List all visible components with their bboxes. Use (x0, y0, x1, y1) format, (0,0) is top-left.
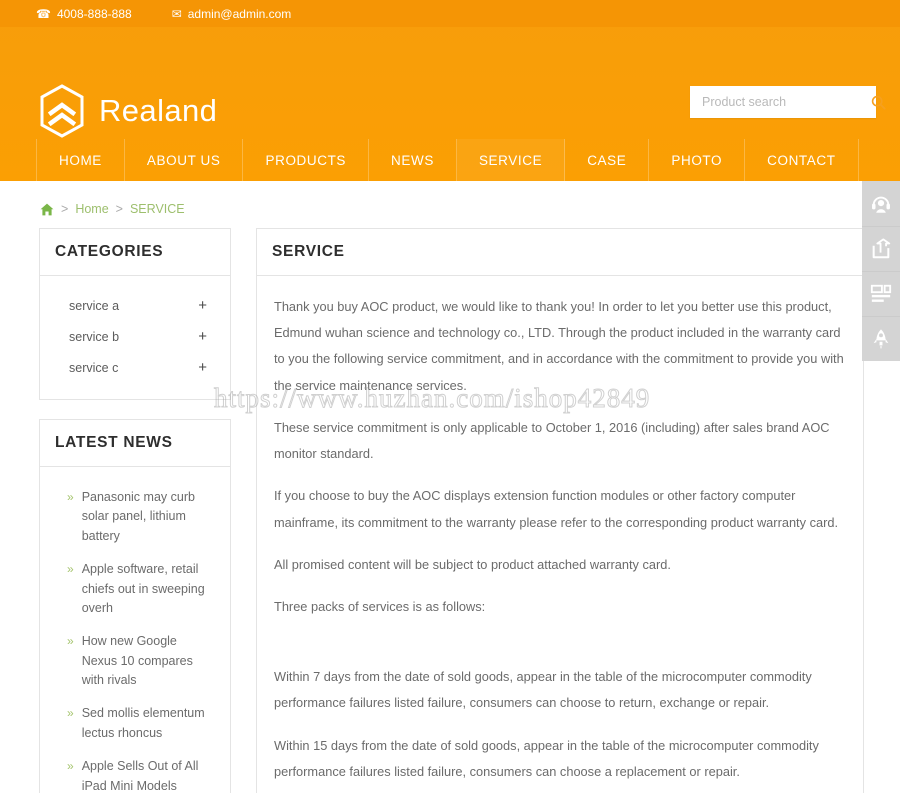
service-paragraph-4: All promised content will be subject to … (274, 556, 671, 572)
category-label: service a (69, 298, 120, 313)
nav-item-case[interactable]: CASE (565, 139, 650, 181)
back-to-top-button[interactable] (862, 316, 900, 361)
breadcrumb-current: SERVICE (129, 202, 185, 216)
site-header: ☎ 4008-888-888 ✉ admin@admin.com Realand (0, 0, 900, 181)
chevron-right-icon: » (67, 634, 74, 649)
plus-icon[interactable]: + (198, 329, 213, 344)
list-item[interactable]: » How new Google Nexus 10 compares with … (55, 625, 215, 697)
topbar-phone-label: 4008-888-888 (56, 6, 132, 21)
service-panel: SERVICE Thank you buy AOC product, we wo… (256, 228, 864, 793)
nav-item-home[interactable]: HOME (36, 139, 125, 181)
breadcrumb-separator-1: > (61, 202, 69, 216)
list-item[interactable]: » Apple software, retail chiefs out in s… (55, 553, 215, 625)
list-item[interactable]: » Sed mollis elementum lectus rhoncus (55, 697, 215, 750)
home-icon[interactable] (40, 203, 54, 216)
qrcode-button[interactable] (862, 271, 900, 316)
topbar-email[interactable]: ✉ admin@admin.com (172, 7, 292, 21)
categories-title: CATEGORIES (55, 243, 164, 260)
search-input[interactable] (690, 87, 871, 117)
news-item-link[interactable]: Sed mollis elementum lectus rhoncus (82, 704, 213, 743)
brand-row: Realand (0, 27, 900, 138)
service-paragraph-7: Within 15 days from the date of sold goo… (274, 737, 819, 779)
service-paragraph-1: Thank you buy AOC product, we would like… (274, 299, 844, 393)
latest-news-panel-body: » Panasonic may curb solar panel, lithiu… (40, 467, 230, 793)
latest-news-panel: LATEST NEWS » Panasonic may curb solar p… (39, 419, 231, 793)
plus-icon[interactable]: + (198, 298, 213, 313)
envelope-icon: ✉ (171, 6, 182, 21)
news-item-link[interactable]: Apple software, retail chiefs out in swe… (82, 560, 213, 618)
topbar-phone[interactable]: ☎ 4008-888-888 (36, 7, 132, 21)
nav-item-news[interactable]: NEWS (369, 139, 457, 181)
search-button[interactable] (871, 87, 886, 117)
site-logo[interactable]: Realand (38, 84, 217, 138)
category-label: service b (69, 329, 120, 344)
service-paragraph-6: Within 7 days from the date of sold good… (274, 669, 812, 711)
category-item-service-a[interactable]: service a + (55, 290, 215, 321)
share-button[interactable] (862, 226, 900, 271)
categories-panel-header: CATEGORIES (40, 229, 230, 276)
topbar-email-label: admin@admin.com (187, 6, 292, 21)
list-item[interactable]: » Apple Sells Out of All iPad Mini Model… (55, 750, 215, 793)
category-item-service-b[interactable]: service b + (55, 321, 215, 352)
main-content: SERVICE Thank you buy AOC product, we wo… (256, 228, 864, 793)
categories-panel: CATEGORIES service a + service b + servi… (39, 228, 231, 400)
category-label: service c (69, 360, 119, 375)
telephone-icon: ☎ (36, 6, 51, 21)
service-panel-body: Thank you buy AOC product, we would like… (257, 276, 863, 793)
breadcrumb-home[interactable]: Home (75, 202, 108, 216)
search-icon (871, 95, 886, 110)
rocket-top-icon (873, 329, 889, 350)
page-title: SERVICE (272, 243, 345, 260)
qrcode-list-icon (870, 284, 892, 302)
service-paragraph-5: Three packs of services is as follows: (274, 598, 486, 614)
service-panel-header: SERVICE (257, 229, 863, 276)
top-contact-bar: ☎ 4008-888-888 ✉ admin@admin.com (0, 0, 900, 27)
plus-icon[interactable]: + (198, 360, 213, 375)
floating-side-toolbar (862, 181, 900, 361)
news-list: » Panasonic may curb solar panel, lithiu… (55, 481, 215, 793)
news-item-link[interactable]: Panasonic may curb solar panel, lithium … (82, 488, 213, 546)
nav-item-service[interactable]: SERVICE (456, 139, 566, 181)
page-root: ☎ 4008-888-888 ✉ admin@admin.com Realand (0, 0, 900, 793)
news-item-link[interactable]: How new Google Nexus 10 compares with ri… (82, 632, 213, 690)
nav-item-photo[interactable]: PHOTO (649, 139, 746, 181)
chevron-right-icon: » (67, 562, 74, 577)
service-paragraph-2: These service commitment is only applica… (274, 419, 830, 462)
main-navigation: HOME ABOUT US PRODUCTS NEWS SERVICE CASE… (36, 139, 859, 181)
share-icon (872, 238, 891, 259)
nav-item-contact[interactable]: CONTACT (745, 139, 859, 181)
category-item-service-c[interactable]: service c + (55, 352, 215, 383)
categories-panel-body: service a + service b + service c + (40, 276, 230, 399)
latest-news-title: LATEST NEWS (55, 434, 173, 451)
latest-news-panel-header: LATEST NEWS (40, 420, 230, 467)
site-logo-text: Realand (99, 93, 218, 128)
chevron-right-icon: » (67, 490, 74, 504)
hexagon-chevron-logo-icon (40, 84, 84, 138)
service-paragraph-3: If you choose to buy the AOC displays ex… (274, 488, 839, 530)
nav-item-about-us[interactable]: ABOUT US (125, 139, 244, 181)
nav-item-products[interactable]: PRODUCTS (243, 139, 370, 181)
list-item[interactable]: » Panasonic may curb solar panel, lithiu… (55, 481, 215, 553)
breadcrumb-separator-2: > (115, 202, 123, 216)
chevron-right-icon: » (67, 759, 74, 774)
breadcrumb: > Home > SERVICE (40, 202, 185, 216)
chevron-right-icon: » (67, 706, 74, 721)
headset-support-icon (872, 196, 890, 213)
customer-service-button[interactable] (862, 181, 900, 226)
news-item-link[interactable]: Apple Sells Out of All iPad Mini Models (82, 757, 213, 793)
sidebar: CATEGORIES service a + service b + servi… (39, 228, 231, 793)
product-search (690, 86, 886, 118)
